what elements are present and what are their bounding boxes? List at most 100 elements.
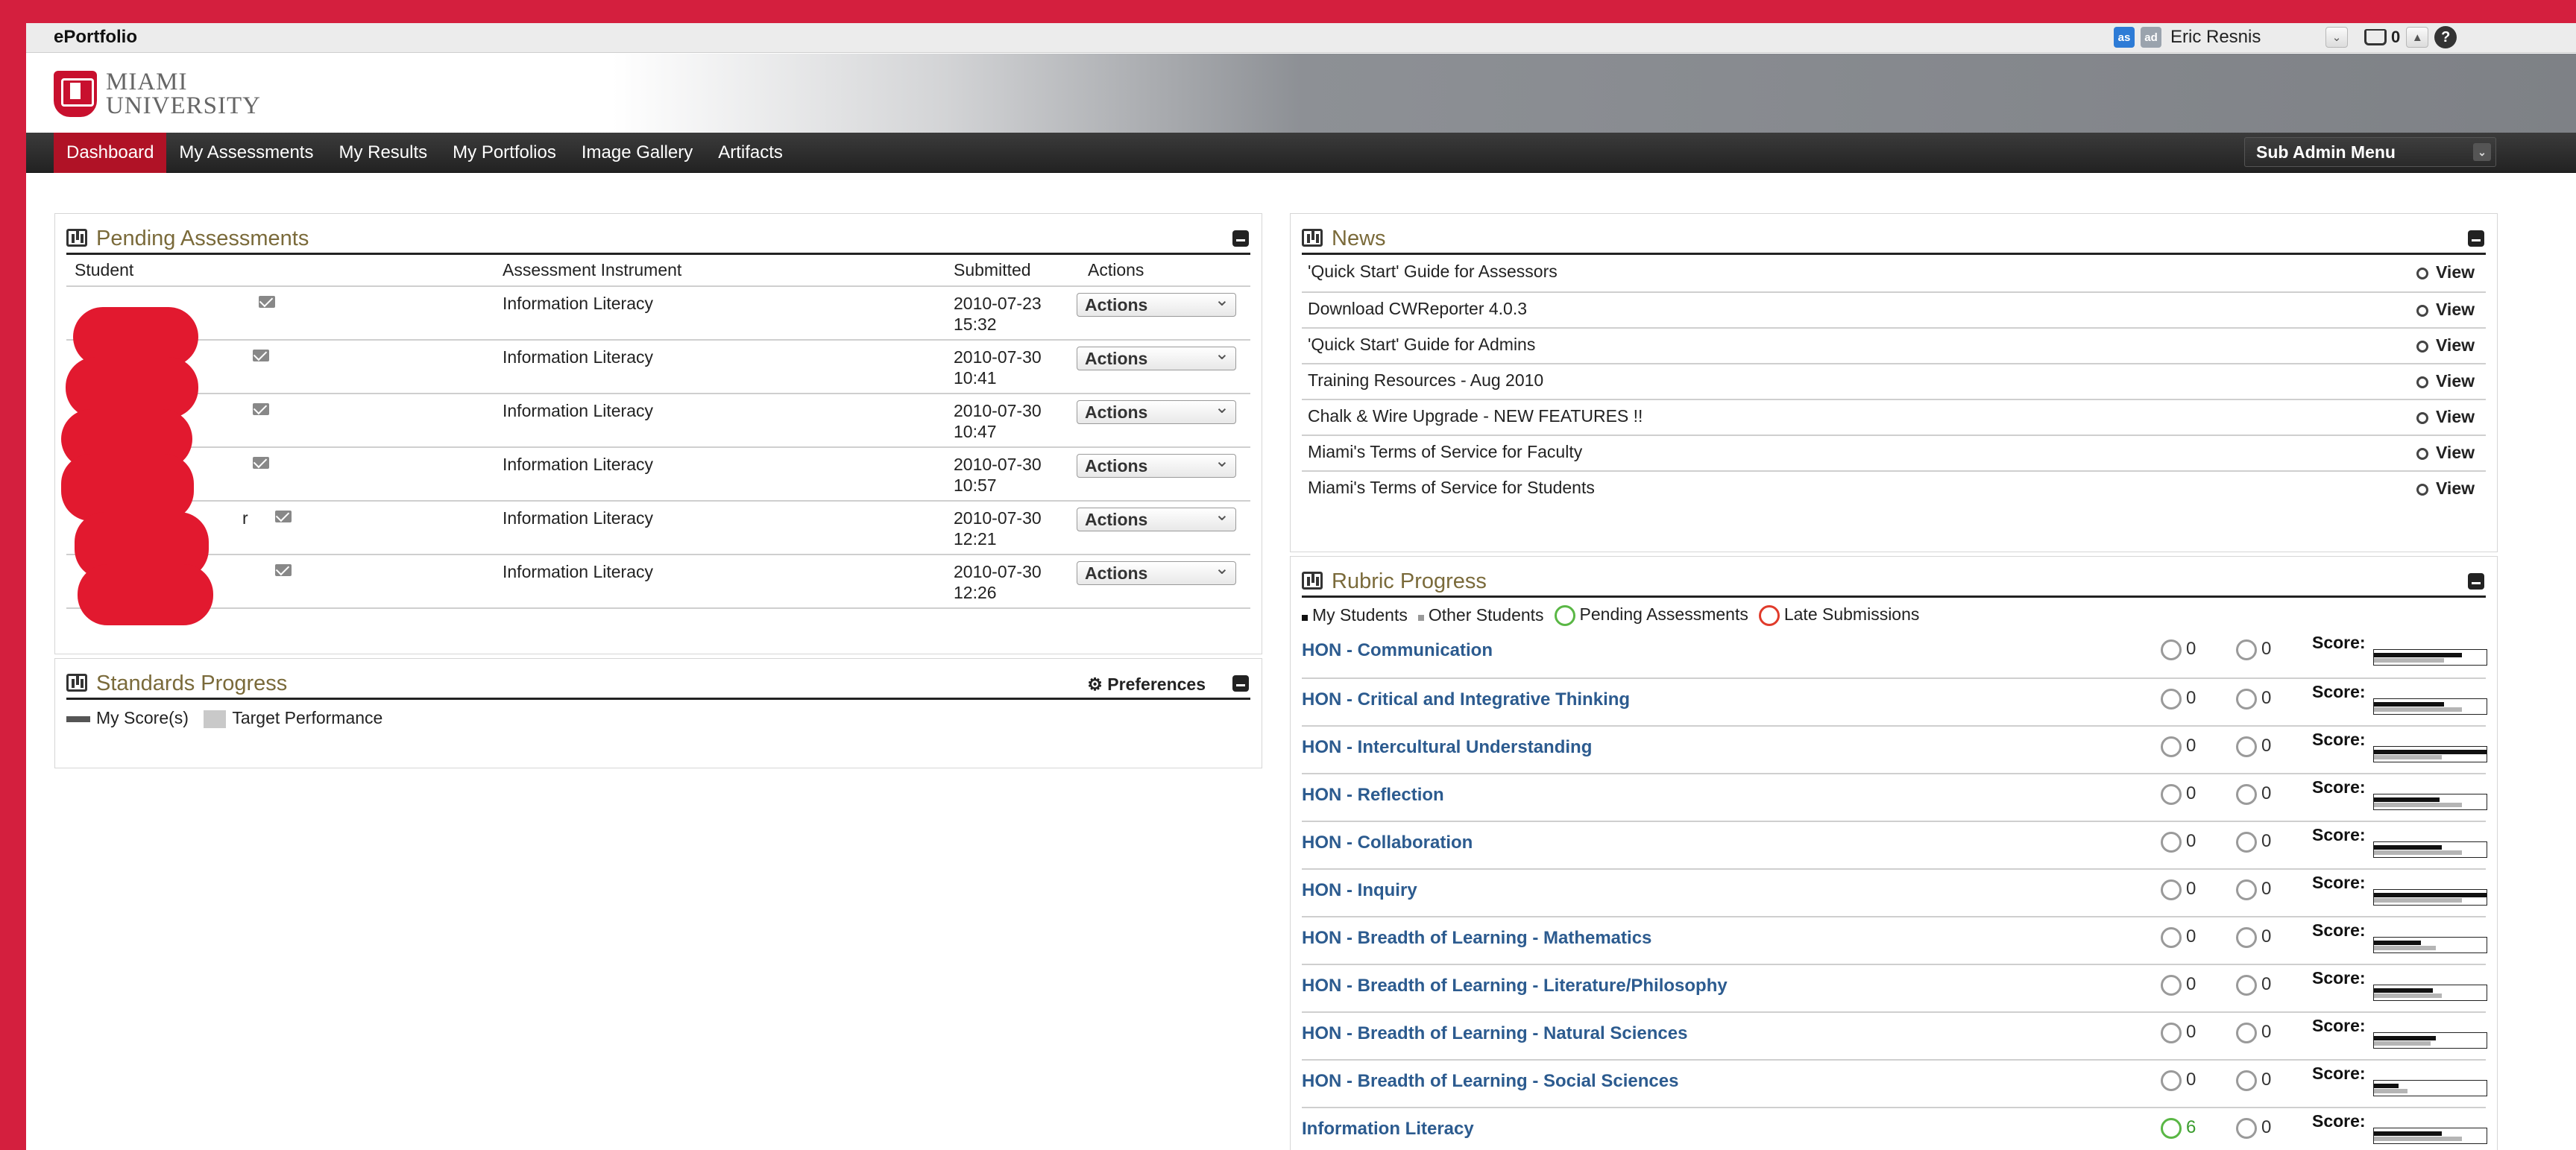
pending-count[interactable]: 6: [2161, 1117, 2196, 1139]
pending-count[interactable]: 0: [2161, 1022, 2196, 1043]
view-link[interactable]: View: [2416, 262, 2475, 282]
pending-count[interactable]: 0: [2161, 688, 2196, 710]
nav-dashboard[interactable]: Dashboard: [54, 133, 167, 173]
pending-value: 0: [2186, 1022, 2196, 1042]
news-title[interactable]: 'Quick Start' Guide for Admins: [1308, 335, 1535, 355]
rubric-name-link[interactable]: HON - Intercultural Understanding: [1302, 737, 1592, 758]
pending-count[interactable]: 0: [2161, 926, 2196, 948]
rubric-name-link[interactable]: HON - Communication: [1302, 640, 1493, 661]
mail-icon[interactable]: [253, 457, 269, 469]
rubric-name-link[interactable]: HON - Breadth of Learning - Natural Scie…: [1302, 1023, 1687, 1044]
news-title[interactable]: Miami's Terms of Service for Students: [1308, 478, 1595, 498]
pending-count[interactable]: 0: [2161, 736, 2196, 757]
actions-select[interactable]: Actions: [1077, 343, 1236, 370]
nav-my-assessments[interactable]: My Assessments: [166, 133, 326, 173]
rubric-name-link[interactable]: HON - Inquiry: [1302, 880, 1417, 901]
minimize-icon[interactable]: [2468, 573, 2484, 590]
mail-icon[interactable]: [259, 296, 275, 308]
rubric-name-link[interactable]: Information Literacy: [1302, 1119, 1474, 1140]
rubric-name-link[interactable]: HON - Breadth of Learning - Mathematics: [1302, 928, 1651, 949]
pending-count[interactable]: 0: [2161, 831, 2196, 853]
score-label: Score:: [2312, 777, 2366, 797]
late-count[interactable]: 0: [2236, 974, 2271, 996]
pending-count[interactable]: 0: [2161, 974, 2196, 996]
actions-select[interactable]: Actions: [1077, 289, 1236, 317]
inbox-button[interactable]: 0: [2364, 28, 2400, 47]
upload-icon[interactable]: ▲: [2406, 27, 2429, 48]
minimize-icon[interactable]: [1232, 675, 1249, 692]
news-item: Download CWReporter 4.0.3 View: [1302, 291, 2486, 327]
late-count[interactable]: 0: [2236, 639, 2271, 660]
minimize-icon[interactable]: [1232, 230, 1249, 247]
view-link[interactable]: View: [2416, 478, 2475, 499]
preferences-button[interactable]: ⚙ Preferences: [1087, 674, 1206, 695]
minimize-icon[interactable]: [2468, 230, 2484, 247]
target-fill: [2374, 1041, 2431, 1046]
actions-select[interactable]: Actions: [1077, 557, 1236, 585]
user-menu-dropdown-icon[interactable]: ⌄: [2325, 27, 2348, 48]
view-link[interactable]: View: [2416, 335, 2475, 356]
help-icon[interactable]: ?: [2434, 26, 2457, 48]
panel-header: Pending Assessments: [66, 225, 1250, 255]
col-actions: Actions: [1088, 260, 1144, 279]
late-clock-icon: [2236, 926, 2257, 948]
late-clock-icon: [2236, 736, 2257, 757]
col-student: Student: [75, 260, 134, 279]
nav-artifacts[interactable]: Artifacts: [705, 133, 796, 173]
legend-other-students[interactable]: Other Students: [1417, 605, 1544, 625]
news-title[interactable]: Training Resources - Aug 2010: [1308, 370, 1543, 391]
actions-select[interactable]: Actions: [1077, 450, 1236, 478]
mail-icon[interactable]: [253, 403, 269, 415]
university-logo[interactable]: MIAMI UNIVERSITY: [54, 70, 261, 119]
late-count[interactable]: 0: [2236, 1022, 2271, 1043]
rubric-name-link[interactable]: HON - Collaboration: [1302, 833, 1473, 853]
assessor-role-icon[interactable]: as: [2114, 27, 2135, 48]
nav-image-gallery[interactable]: Image Gallery: [569, 133, 705, 173]
late-count[interactable]: 0: [2236, 879, 2271, 900]
magnifier-icon: [2416, 341, 2428, 353]
news-item: Chalk & Wire Upgrade - NEW FEATURES !! Vi…: [1302, 399, 2486, 435]
my-score-fill: [2374, 941, 2421, 945]
late-count[interactable]: 0: [2236, 688, 2271, 710]
news-title[interactable]: Chalk & Wire Upgrade - NEW FEATURES !!: [1308, 406, 1643, 426]
news-title[interactable]: Miami's Terms of Service for Faculty: [1308, 442, 1582, 462]
rubric-name-link[interactable]: HON - Reflection: [1302, 785, 1444, 806]
late-count[interactable]: 0: [2236, 1117, 2271, 1139]
view-link[interactable]: View: [2416, 443, 2475, 463]
late-count[interactable]: 0: [2236, 736, 2271, 757]
rubric-row: HON - Intercultural Understanding 0 0 Score…: [1302, 725, 2487, 773]
nav-my-results[interactable]: My Results: [326, 133, 440, 173]
late-count[interactable]: 0: [2236, 783, 2271, 805]
actions-select[interactable]: Actions: [1077, 504, 1236, 531]
legend-my-students[interactable]: My Students: [1302, 605, 1408, 625]
mail-icon[interactable]: [275, 564, 292, 576]
pending-value: 0: [2186, 736, 2196, 756]
view-label: View: [2436, 300, 2475, 319]
pending-count[interactable]: 0: [2161, 879, 2196, 900]
late-value: 0: [2261, 879, 2272, 899]
mail-icon[interactable]: [253, 350, 269, 361]
pending-count[interactable]: 0: [2161, 1070, 2196, 1091]
actions-select[interactable]: Actions: [1077, 397, 1236, 424]
rubric-name-link[interactable]: HON - Critical and Integrative Thinking: [1302, 689, 1630, 710]
view-link[interactable]: View: [2416, 371, 2475, 391]
rubric-name-link[interactable]: HON - Breadth of Learning - Social Scien…: [1302, 1071, 1678, 1092]
admin-role-icon[interactable]: ad: [2141, 27, 2161, 48]
submitted-date: 2010-07-30: [954, 347, 1042, 367]
late-count[interactable]: 0: [2236, 926, 2271, 948]
rubric-name-link[interactable]: HON - Breadth of Learning - Literature/P…: [1302, 976, 1728, 996]
news-title[interactable]: Download CWReporter 4.0.3: [1308, 299, 1527, 319]
mail-icon[interactable]: [275, 511, 292, 522]
view-link[interactable]: View: [2416, 407, 2475, 427]
late-count[interactable]: 0: [2236, 1070, 2271, 1091]
pending-value: 0: [2186, 639, 2196, 659]
sub-admin-menu[interactable]: Sub Admin Menu ⌄: [2244, 137, 2496, 167]
pending-count[interactable]: 0: [2161, 783, 2196, 805]
nav-my-portfolios[interactable]: My Portfolios: [440, 133, 569, 173]
view-link[interactable]: View: [2416, 300, 2475, 320]
my-score-fill: [2374, 845, 2442, 850]
score-bar: [2373, 649, 2487, 666]
news-title[interactable]: 'Quick Start' Guide for Assessors: [1308, 262, 1558, 282]
pending-count[interactable]: 0: [2161, 639, 2196, 660]
late-count[interactable]: 0: [2236, 831, 2271, 853]
